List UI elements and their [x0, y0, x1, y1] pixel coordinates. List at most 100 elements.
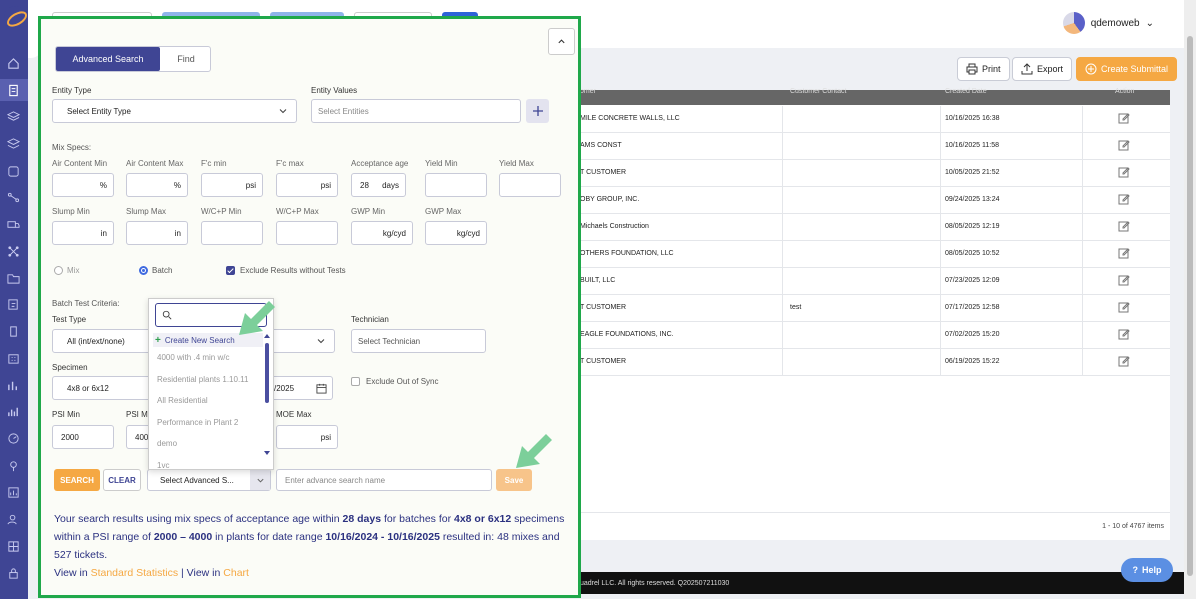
- export-button[interactable]: Export: [1012, 57, 1073, 81]
- edit-icon[interactable]: [1118, 112, 1130, 124]
- create-submittal-button[interactable]: Create Submittal: [1076, 57, 1178, 81]
- mix-field-input[interactable]: kg/cyd: [425, 221, 487, 245]
- edit-icon[interactable]: [1118, 166, 1130, 178]
- location-icon[interactable]: [6, 459, 21, 472]
- view-in-separator: | View in: [178, 567, 224, 579]
- document-icon[interactable]: [6, 84, 21, 97]
- advanced-search-select[interactable]: Select Advanced S...: [147, 469, 271, 491]
- select-toggle[interactable]: [250, 470, 270, 490]
- exclude-out-of-sync-checkbox[interactable]: [351, 377, 360, 386]
- date-range-input[interactable]: /2025: [271, 376, 333, 400]
- gauge-icon[interactable]: [6, 432, 21, 445]
- mix-field-input[interactable]: %: [126, 173, 188, 197]
- collapse-panel-button[interactable]: [548, 28, 575, 55]
- mix-field-input[interactable]: [276, 221, 338, 245]
- batch-radio[interactable]: [139, 266, 148, 275]
- exclude-no-tests-checkbox[interactable]: [226, 266, 235, 275]
- summary-dates: 10/16/2024 - 10/16/2025: [325, 531, 440, 543]
- page-scrollbar[interactable]: [1184, 0, 1196, 599]
- scrollbar-thumb[interactable]: [1187, 36, 1193, 576]
- report-icon[interactable]: [6, 486, 21, 499]
- analytics-icon[interactable]: [6, 405, 21, 418]
- table-row[interactable]: MILE CONCRETE WALLS, LLC 10/16/2025 16:38: [580, 106, 1170, 133]
- mix-field-input[interactable]: kg/cyd: [351, 221, 413, 245]
- save-button[interactable]: Save: [496, 469, 532, 491]
- table-row[interactable]: OTHERS FOUNDATION, LLC 08/05/2025 10:52: [580, 241, 1170, 268]
- mix-field-input[interactable]: [425, 173, 487, 197]
- mix-field-input[interactable]: psi: [276, 173, 338, 197]
- help-button[interactable]: ? Help: [1121, 558, 1173, 582]
- moe-max-input[interactable]: psi: [276, 425, 338, 449]
- edit-icon[interactable]: [1118, 139, 1130, 151]
- entity-type-select[interactable]: Select Entity Type: [52, 99, 297, 123]
- edit-icon[interactable]: [1118, 328, 1130, 340]
- edit-icon[interactable]: [1118, 274, 1130, 286]
- mix-field-input[interactable]: in: [126, 221, 188, 245]
- cell-divider: [940, 160, 941, 187]
- specimen-select[interactable]: 4x8 or 6x12: [52, 376, 152, 400]
- saved-search-item[interactable]: All Residential: [157, 396, 208, 405]
- mix-field-input[interactable]: in: [52, 221, 114, 245]
- network-icon[interactable]: [6, 245, 21, 258]
- plus-circle-icon: [1085, 63, 1097, 75]
- clear-button[interactable]: CLEAR: [103, 469, 141, 491]
- table-row[interactable]: T CUSTOMER test 07/17/2025 12:58: [580, 295, 1170, 322]
- mix-radio[interactable]: [54, 266, 63, 275]
- mix-field-input[interactable]: [201, 221, 263, 245]
- table-row[interactable]: T CUSTOMER 06/19/2025 15:22: [580, 349, 1170, 376]
- table-row[interactable]: OBY GROUP, INC. 09/24/2025 13:24: [580, 187, 1170, 214]
- saved-search-item[interactable]: Performance in Plant 2: [157, 418, 238, 427]
- print-button[interactable]: Print: [957, 57, 1010, 81]
- edit-icon[interactable]: [1118, 220, 1130, 232]
- column-header-created-date[interactable]: Created Date: [945, 88, 987, 95]
- beaker-icon[interactable]: [6, 325, 21, 338]
- calendar-icon[interactable]: [316, 383, 327, 394]
- truck-icon[interactable]: [6, 218, 21, 231]
- saved-search-item[interactable]: 4000 with .4 min w/c: [157, 353, 229, 362]
- mix-field-input[interactable]: psi: [201, 173, 263, 197]
- route-icon[interactable]: [6, 191, 21, 204]
- table-row[interactable]: BUILT, LLC 07/23/2025 12:09: [580, 268, 1170, 295]
- advanced-search-name-input[interactable]: Enter advance search name: [276, 469, 492, 491]
- edit-icon[interactable]: [1118, 193, 1130, 205]
- tab-find[interactable]: Find: [160, 47, 212, 71]
- technician-input[interactable]: Select Technician: [351, 329, 486, 353]
- folder-icon[interactable]: [6, 272, 21, 285]
- building-icon[interactable]: [6, 352, 21, 365]
- table-row[interactable]: EAGLE FOUNDATIONS, INC. 07/02/2025 15:20: [580, 322, 1170, 349]
- edit-icon[interactable]: [1118, 247, 1130, 259]
- lock-icon[interactable]: [6, 567, 21, 580]
- table-row[interactable]: T CUSTOMER 10/05/2025 21:52: [580, 160, 1170, 187]
- home-icon[interactable]: [6, 57, 21, 70]
- column-header-customer[interactable]: omer: [580, 88, 596, 95]
- edit-icon[interactable]: [1118, 301, 1130, 313]
- file-edit-icon[interactable]: [6, 298, 21, 311]
- standard-statistics-link[interactable]: Standard Statistics: [91, 567, 179, 579]
- chevron-up-icon: [558, 39, 565, 44]
- user-menu[interactable]: qdemoweb ⌄: [1062, 12, 1154, 34]
- user-settings-icon[interactable]: [6, 513, 21, 526]
- dropdown-scrollbar[interactable]: [263, 333, 271, 465]
- saved-search-item[interactable]: demo: [157, 439, 177, 448]
- table-row[interactable]: Michaels Construction 08/05/2025 12:19: [580, 214, 1170, 241]
- stack-icon[interactable]: [6, 137, 21, 150]
- grid-icon[interactable]: [6, 540, 21, 553]
- column-header-contact[interactable]: Customer Contact: [790, 88, 846, 95]
- table-row[interactable]: AMS CONST 10/16/2025 11:58: [580, 133, 1170, 160]
- logo[interactable]: [4, 6, 26, 28]
- saved-search-item[interactable]: Residential plants 1.10.11: [157, 375, 248, 384]
- psi-min-input[interactable]: 2000: [52, 425, 114, 449]
- mix-field-input[interactable]: %: [52, 173, 114, 197]
- flask-icon[interactable]: [6, 165, 21, 178]
- search-button[interactable]: SEARCH: [54, 469, 100, 491]
- add-entity-button[interactable]: [526, 99, 549, 123]
- layers-icon[interactable]: [6, 110, 21, 123]
- mix-field-input[interactable]: 28 days: [351, 173, 406, 197]
- tab-advanced-search[interactable]: Advanced Search: [56, 47, 160, 71]
- chart-link[interactable]: Chart: [223, 567, 249, 579]
- saved-search-item[interactable]: 1vc: [157, 461, 169, 470]
- mix-field-input[interactable]: [499, 173, 561, 197]
- entity-values-input[interactable]: Select Entities: [311, 99, 521, 123]
- bar-chart-icon[interactable]: [6, 379, 21, 392]
- edit-icon[interactable]: [1118, 355, 1130, 367]
